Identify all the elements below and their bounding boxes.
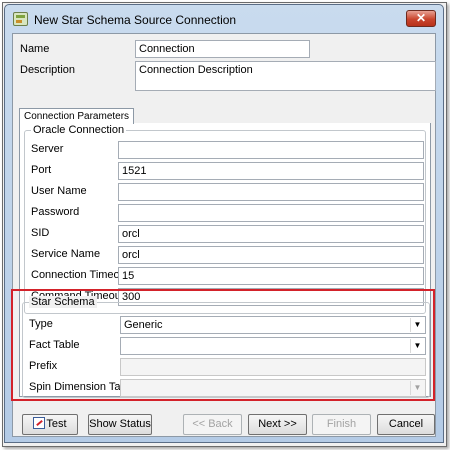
service-name-label: Service Name: [31, 248, 101, 260]
user-name-input[interactable]: [118, 183, 424, 201]
password-label: Password: [31, 206, 80, 218]
tab-connection-parameters[interactable]: Connection Parameters: [19, 108, 135, 124]
type-select-value: Generic: [124, 319, 163, 331]
test-icon: [33, 417, 46, 429]
server-label: Server: [31, 143, 64, 155]
connection-timeout-input[interactable]: 15: [118, 267, 424, 285]
type-label: Type: [29, 318, 53, 330]
sid-label: SID: [31, 227, 50, 239]
description-label: Description: [20, 64, 76, 76]
next-button[interactable]: Next >>: [248, 414, 307, 435]
connection-timeout-label: Connection Timeout: [31, 269, 129, 281]
finish-button[interactable]: Finish: [312, 414, 371, 435]
server-input[interactable]: [118, 141, 424, 159]
dropdown-arrow-icon: ▼: [410, 318, 424, 332]
name-label: Name: [20, 43, 50, 55]
star-schema-title: Star Schema: [29, 296, 97, 308]
prefix-input: [120, 358, 426, 376]
back-button[interactable]: << Back: [183, 414, 242, 435]
user-name-label: User Name: [31, 185, 87, 197]
title-bar[interactable]: New Star Schema Source Connection ✕: [5, 5, 443, 33]
sid-input[interactable]: orcl: [118, 225, 424, 243]
dialog-window: New Star Schema Source Connection ✕ Name…: [4, 4, 444, 443]
prefix-label: Prefix: [29, 360, 58, 372]
window-title: New Star Schema Source Connection: [34, 13, 237, 27]
fact-table-select[interactable]: ▼: [120, 337, 426, 355]
test-button-label: Test: [46, 418, 67, 430]
oracle-connection-title: Oracle Connection: [31, 124, 127, 136]
dropdown-arrow-icon: ▼: [410, 339, 424, 353]
show-status-button[interactable]: Show Status: [88, 414, 152, 435]
close-button[interactable]: ✕: [406, 10, 436, 27]
app-icon: [13, 12, 28, 26]
password-input[interactable]: [118, 204, 424, 222]
type-select[interactable]: Generic ▼: [120, 316, 426, 334]
dropdown-arrow-icon: ▼: [410, 381, 424, 395]
port-input[interactable]: 1521: [118, 162, 424, 180]
service-name-input[interactable]: orcl: [118, 246, 424, 264]
close-icon: ✕: [415, 11, 427, 25]
name-input[interactable]: Connection: [135, 40, 310, 58]
oracle-connection-group: Oracle Connection Server Port 1521 User …: [24, 124, 426, 314]
cancel-button[interactable]: Cancel: [377, 414, 435, 435]
description-input[interactable]: Connection Description: [135, 61, 436, 91]
fact-table-label: Fact Table: [29, 339, 80, 351]
star-schema-group: Star Schema Type Generic ▼ Fact Table ▼ …: [22, 296, 430, 398]
test-button[interactable]: Test: [22, 414, 78, 435]
port-label: Port: [31, 164, 52, 176]
spin-dimension-table-select: ▼: [120, 379, 426, 397]
dialog-client: Name Connection Description Connection D…: [12, 33, 436, 437]
